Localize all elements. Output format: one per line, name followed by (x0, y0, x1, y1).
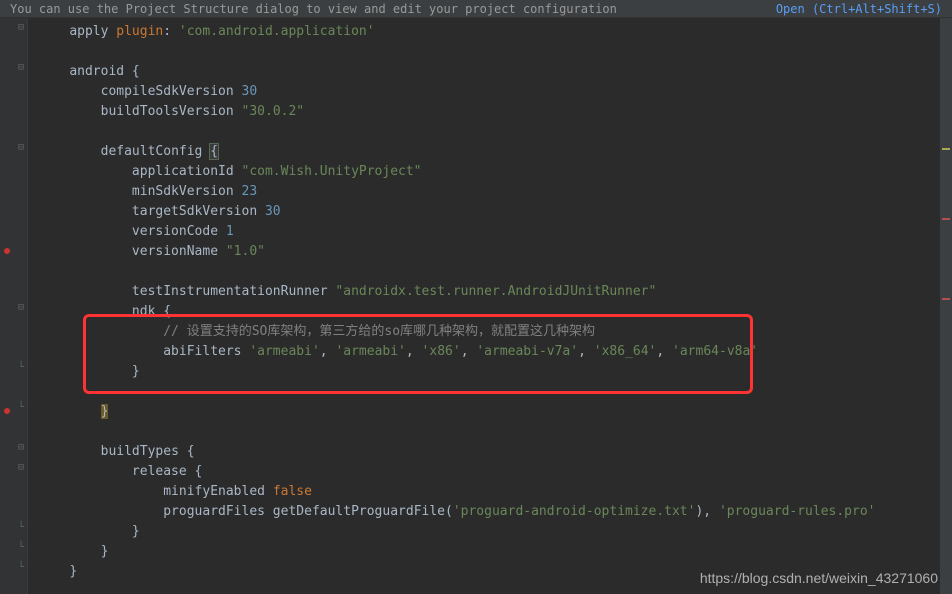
code-line[interactable]: minifyEnabled false (38, 482, 952, 502)
code-line[interactable]: buildToolsVersion "30.0.2" (38, 102, 952, 122)
fold-end-icon[interactable]: └ (18, 522, 24, 533)
editor-container: ⊟ ⊟ ⊟ ⊟ └ └ ⊟ ⊟ └ └ └ apply plugin: 'com.android.a… (0, 18, 952, 594)
fold-collapse-icon[interactable]: ⊟ (18, 142, 24, 153)
fold-collapse-icon[interactable]: ⊟ (18, 442, 24, 453)
fold-end-icon[interactable]: └ (18, 362, 24, 373)
code-line[interactable]: ndk { (38, 302, 952, 322)
watermark: https://blog.csdn.net/weixin_43271060 (700, 570, 938, 586)
fold-end-icon[interactable]: └ (18, 542, 24, 553)
code-line[interactable]: defaultConfig { (38, 142, 952, 162)
code-area[interactable]: apply plugin: 'com.android.application' … (28, 18, 952, 594)
code-line[interactable]: buildTypes { (38, 442, 952, 462)
notification-text: You can use the Project Structure dialog… (10, 2, 617, 16)
code-line[interactable]: proguardFiles getDefaultProguardFile('pr… (38, 502, 952, 522)
code-line[interactable]: applicationId "com.Wish.UnityProject" (38, 162, 952, 182)
code-line[interactable]: } (38, 362, 952, 382)
code-line[interactable]: } (38, 522, 952, 542)
error-marker-icon[interactable] (4, 408, 10, 414)
code-line[interactable]: apply plugin: 'com.android.application' (38, 22, 952, 42)
code-line[interactable]: targetSdkVersion 30 (38, 202, 952, 222)
code-line[interactable]: // 设置支持的SO库架构，第三方给的so库哪几种架构，就配置这几种架构 (38, 322, 952, 342)
code-line[interactable]: android { (38, 62, 952, 82)
code-line[interactable] (38, 42, 952, 62)
code-line[interactable]: } (38, 542, 952, 562)
scroll-marker (942, 298, 950, 300)
fold-end-icon[interactable]: └ (18, 402, 24, 413)
code-line[interactable] (38, 122, 952, 142)
fold-collapse-icon[interactable]: ⊟ (18, 62, 24, 73)
scrollbar-track[interactable] (940, 18, 952, 594)
code-line[interactable] (38, 422, 952, 442)
code-line[interactable]: } (38, 402, 952, 422)
gutter[interactable]: ⊟ ⊟ ⊟ ⊟ └ └ ⊟ ⊟ └ └ └ (0, 18, 28, 594)
code-line[interactable]: versionCode 1 (38, 222, 952, 242)
fold-collapse-icon[interactable]: ⊟ (18, 22, 24, 33)
code-line[interactable]: testInstrumentationRunner "androidx.test… (38, 282, 952, 302)
notification-bar: You can use the Project Structure dialog… (0, 0, 952, 18)
error-marker-icon[interactable] (4, 248, 10, 254)
fold-collapse-icon[interactable]: ⊟ (18, 462, 24, 473)
scroll-marker (942, 218, 950, 220)
scroll-marker (942, 148, 950, 150)
code-line[interactable]: release { (38, 462, 952, 482)
code-line[interactable]: abiFilters 'armeabi', 'armeabi', 'x86', … (38, 342, 952, 362)
code-line[interactable]: versionName "1.0" (38, 242, 952, 262)
fold-collapse-icon[interactable]: ⊟ (18, 302, 24, 313)
fold-end-icon[interactable]: └ (18, 562, 24, 573)
code-line[interactable] (38, 262, 952, 282)
code-line[interactable] (38, 382, 952, 402)
code-line[interactable]: minSdkVersion 23 (38, 182, 952, 202)
open-link[interactable]: Open (Ctrl+Alt+Shift+S) (776, 2, 942, 16)
code-line[interactable]: compileSdkVersion 30 (38, 82, 952, 102)
